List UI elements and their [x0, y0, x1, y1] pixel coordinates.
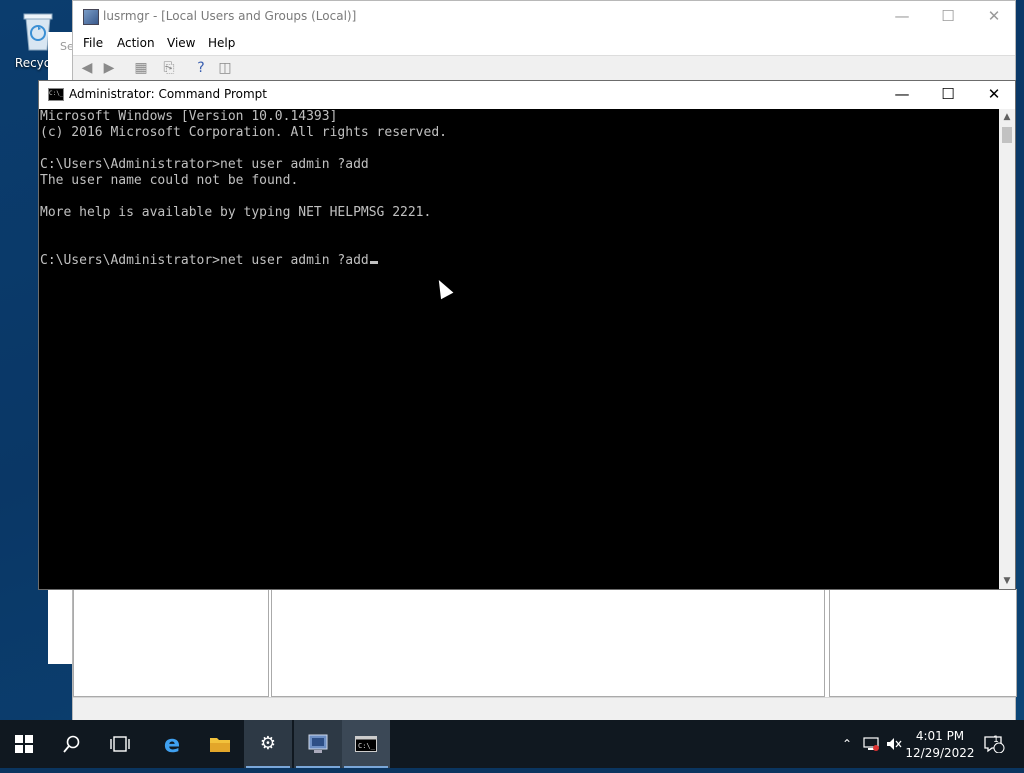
menu-action[interactable]: Action [117, 36, 155, 50]
close-button[interactable]: ✕ [971, 1, 1017, 33]
tree-pane[interactable] [73, 589, 269, 697]
maximize-button[interactable]: ☐ [925, 1, 971, 33]
help-icon[interactable]: ? [191, 59, 211, 77]
console-line: C:\Users\Administrator>net user admin ?a… [40, 157, 369, 172]
lusrmgr-titlebar[interactable]: lusrmgr - [Local Users and Groups (Local… [73, 1, 1015, 33]
volume-muted-icon[interactable] [884, 720, 904, 768]
menu-help[interactable]: Help [208, 36, 235, 50]
file-explorer-icon[interactable] [196, 720, 244, 768]
cmd-titlebar[interactable]: C:\_ Administrator: Command Prompt — ☐ ✕ [39, 81, 1015, 109]
console-line: The user name could not be found. [40, 173, 299, 188]
command-prompt-icon: C:\_ [48, 88, 64, 101]
mmc-app-icon [83, 9, 99, 25]
console-line: Microsoft Windows [Version 10.0.14393] [40, 109, 338, 124]
back-arrow-icon[interactable]: ◀ [77, 59, 97, 77]
lusrmgr-toolbar: ◀ ▶ ▦ ⎘ ? ◫ [73, 55, 1015, 80]
svg-text:C:\_: C:\_ [358, 742, 376, 750]
show-hide-action-pane-icon[interactable]: ◫ [215, 59, 235, 77]
search-icon[interactable] [48, 720, 96, 768]
cmd-title: Administrator: Command Prompt [69, 87, 267, 101]
console-output[interactable]: Microsoft Windows [Version 10.0.14393] (… [39, 109, 999, 589]
command-prompt-window: C:\_ Administrator: Command Prompt — ☐ ✕… [38, 80, 1016, 590]
scroll-thumb[interactable] [1002, 127, 1012, 143]
cmd-minimize-button[interactable]: — [879, 81, 925, 109]
cmd-maximize-button[interactable]: ☐ [925, 81, 971, 109]
network-icon[interactable] [860, 720, 882, 768]
menu-file[interactable]: File [83, 36, 103, 50]
chevron-up-icon[interactable]: ⌃ [838, 720, 856, 768]
command-prompt-icon[interactable]: C:\_ [342, 720, 390, 768]
minimize-button[interactable]: — [879, 1, 925, 33]
console-line: (c) 2016 Microsoft Corporation. All righ… [40, 125, 447, 140]
scroll-up-icon[interactable]: ▲ [999, 109, 1015, 125]
lusrmgr-menubar: File Action View Help [73, 33, 1015, 55]
lusrmgr-title: lusrmgr - [Local Users and Groups (Local… [103, 9, 357, 23]
settings-gear-icon[interactable]: ⚙ [244, 720, 292, 768]
clock-date: 12/29/2022 [905, 746, 975, 760]
console-line: More help is available by typing NET HEL… [40, 205, 432, 220]
menu-view[interactable]: View [167, 36, 195, 50]
results-pane[interactable] [271, 589, 825, 697]
forward-arrow-icon[interactable]: ▶ [99, 59, 119, 77]
taskbar-clock[interactable]: 4:01 PM 12/29/2022 [904, 728, 976, 762]
notification-center-icon[interactable]: 1 [980, 720, 1008, 768]
show-hide-tree-icon[interactable]: ▦ [131, 59, 151, 77]
text-cursor [369, 261, 378, 264]
taskbar: e ⚙ C:\_ ⌃ 4:01 PM 12/29/2022 1 [0, 720, 1024, 768]
console-input-line[interactable]: C:\Users\Administrator>net user admin ?a… [40, 253, 378, 269]
actions-pane[interactable] [829, 589, 1017, 697]
clock-time: 4:01 PM [915, 729, 965, 743]
scroll-down-icon[interactable]: ▼ [999, 573, 1015, 589]
console-current-input: C:\Users\Administrator>net user admin ?a… [40, 253, 369, 268]
start-icon[interactable] [0, 720, 48, 768]
export-list-icon[interactable]: ⎘ [159, 59, 179, 77]
notification-count: 1 [993, 735, 999, 745]
lusrmgr-statusbar [73, 697, 1015, 720]
cmd-vertical-scrollbar[interactable]: ▲ ▼ [999, 109, 1015, 589]
server-manager-icon[interactable] [294, 720, 342, 768]
task-view-icon[interactable] [96, 720, 144, 768]
internet-explorer-icon[interactable]: e [148, 720, 196, 768]
cmd-close-button[interactable]: ✕ [971, 81, 1017, 109]
